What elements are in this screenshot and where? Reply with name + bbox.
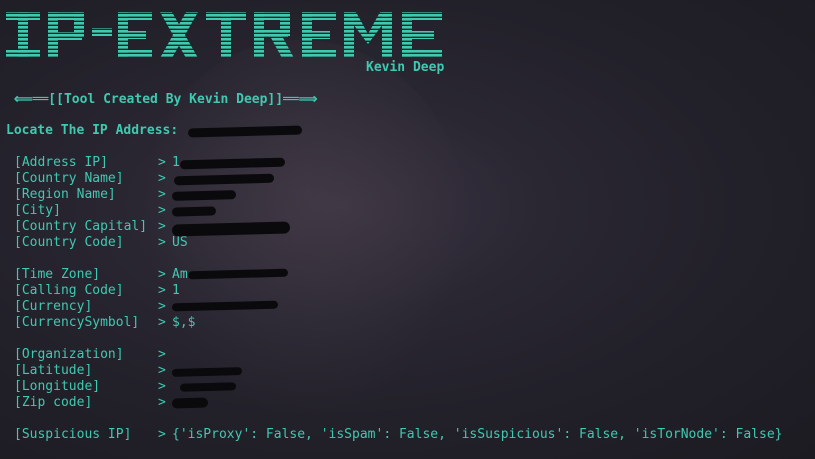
- field-value: US: [172, 235, 188, 250]
- locate-ip-prompt: Locate The IP Address:: [6, 123, 186, 139]
- field-row: [Organization] >: [14, 347, 172, 363]
- ascii-banner: [4, 6, 449, 64]
- field-key: [Time Zone]: [14, 267, 101, 282]
- field-arrow: >: [158, 187, 166, 202]
- field-key: [Latitude]: [14, 363, 93, 378]
- field-row: [Longitude] >: [14, 379, 172, 395]
- field-arrow: >: [158, 203, 166, 218]
- field-key: [Currency]: [14, 299, 93, 314]
- banner-author: Kevin Deep: [366, 60, 445, 75]
- field-key: [City]: [14, 203, 61, 218]
- field-arrow: >: [158, 395, 166, 410]
- field-row: [Calling Code] >1: [14, 283, 180, 299]
- field-arrow: >: [158, 299, 166, 314]
- field-row: [CurrencySymbol] > $,$: [14, 315, 195, 331]
- redaction-mark: [173, 173, 275, 186]
- redaction-mark: [179, 157, 286, 170]
- redaction-mark: [171, 190, 237, 201]
- field-row: [Suspicious IP] > {'isProxy': False, 'isSp…: [14, 427, 782, 443]
- field-key: [Address IP]: [14, 155, 108, 170]
- field-arrow: >: [158, 379, 166, 394]
- field-row: [Region Name] >: [14, 187, 172, 203]
- banner-logo: [6, 12, 442, 58]
- field-arrow: >: [158, 427, 166, 442]
- field-value: 1: [172, 283, 180, 298]
- tool-credit-tagline: ⟸══[[Tool Created By Kevin Deep]]══⟹: [14, 92, 318, 107]
- field-key: [Country Name]: [14, 171, 124, 186]
- redaction-mark: [171, 206, 217, 217]
- field-row: [Zip code] >: [14, 395, 172, 411]
- redaction-mark: [179, 382, 237, 392]
- field-row: [Time Zone] > Am: [14, 267, 188, 283]
- field-row: [City] >: [14, 203, 172, 219]
- field-row: [Latitude] >: [14, 363, 172, 379]
- field-arrow: >: [158, 315, 166, 330]
- field-key: [Zip code]: [14, 395, 93, 410]
- field-row: [Address IP] >1: [14, 155, 180, 171]
- field-key: [CurrencySymbol]: [14, 315, 140, 330]
- field-arrow: >: [158, 363, 166, 378]
- redaction-mark: [171, 397, 209, 409]
- redaction-mark: [171, 367, 243, 377]
- field-value: {'isProxy': False, 'isSpam': False, 'isS…: [172, 427, 783, 442]
- field-key: [Region Name]: [14, 187, 116, 202]
- field-arrow: >: [158, 219, 166, 234]
- field-value: Am: [172, 267, 188, 282]
- redaction-mark: [171, 221, 291, 237]
- field-arrow: >: [158, 347, 166, 362]
- field-row: [Country Capital] >: [14, 219, 172, 235]
- redaction-mark: [171, 300, 279, 312]
- field-value: $,$: [172, 315, 196, 330]
- field-value: 1: [172, 155, 180, 170]
- field-row: [Currency] >: [14, 299, 172, 315]
- field-row: [Country Name] >: [14, 171, 172, 187]
- field-key: [Suspicious IP]: [14, 427, 132, 442]
- redaction-mark: [187, 125, 303, 138]
- field-key: [Country Code]: [14, 235, 124, 250]
- field-key: [Country Capital]: [14, 219, 148, 234]
- field-key: [Longitude]: [14, 379, 101, 394]
- locate-label: Locate The IP Address:: [6, 123, 179, 138]
- field-key: [Organization]: [14, 347, 124, 362]
- field-arrow: >: [158, 235, 166, 250]
- field-arrow: >: [158, 283, 166, 298]
- field-key: [Calling Code]: [14, 283, 124, 298]
- field-row: [Country Code] > US: [14, 235, 188, 251]
- redaction-mark: [187, 268, 289, 280]
- field-arrow: >: [158, 171, 166, 186]
- field-arrow: >: [158, 267, 166, 282]
- field-arrow: >: [158, 155, 166, 170]
